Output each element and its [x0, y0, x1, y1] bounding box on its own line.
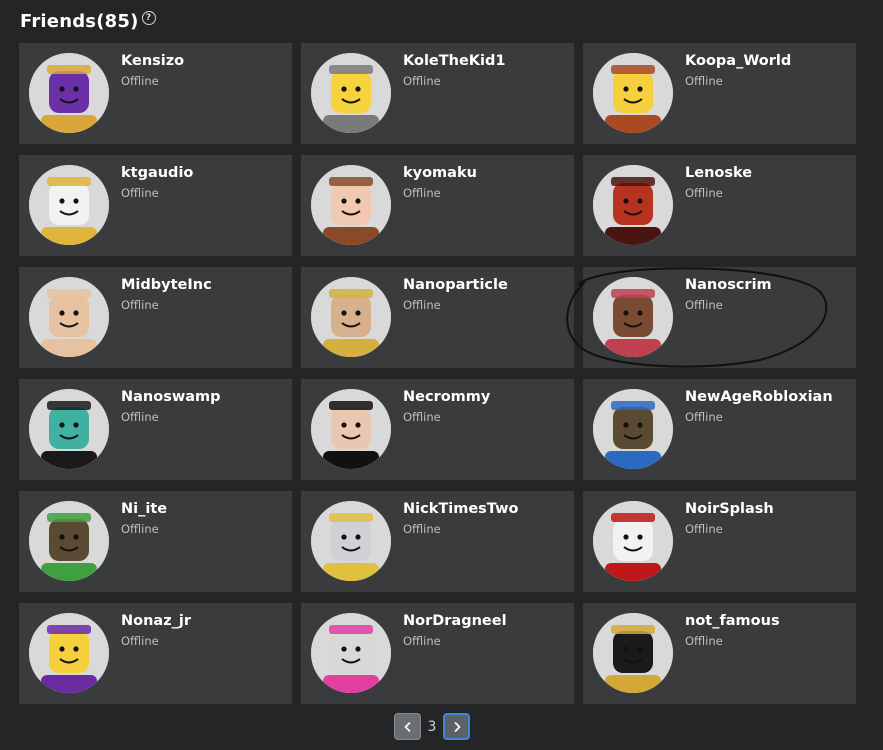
friend-status: Offline — [121, 522, 159, 536]
chevron-right-icon — [453, 721, 461, 732]
friend-card[interactable]: Koopa_World Offline — [583, 43, 856, 144]
friend-name[interactable]: Nanoscrim — [685, 277, 772, 293]
friend-card[interactable]: KoleTheKid1 Offline — [301, 43, 574, 144]
friend-name[interactable]: Necrommy — [403, 389, 490, 405]
friend-card[interactable]: Kensizo Offline — [19, 43, 292, 144]
friend-status: Offline — [685, 410, 723, 424]
friend-status: Offline — [685, 186, 723, 200]
friend-status: Offline — [403, 186, 441, 200]
friend-card[interactable]: NorDragneel Offline — [301, 603, 574, 704]
friend-avatar[interactable] — [311, 501, 391, 581]
friend-card[interactable]: Ni_ite Offline — [19, 491, 292, 592]
next-page-button[interactable] — [443, 713, 470, 740]
friend-avatar[interactable] — [29, 53, 109, 133]
friend-avatar[interactable] — [29, 501, 109, 581]
friend-name[interactable]: not_famous — [685, 613, 780, 629]
friend-card[interactable]: NoirSplash Offline — [583, 491, 856, 592]
friend-card[interactable]: NewAgeRobloxian Offline — [583, 379, 856, 480]
friend-avatar[interactable] — [593, 501, 673, 581]
friend-name[interactable]: Kensizo — [121, 53, 184, 69]
friend-status: Offline — [121, 634, 159, 648]
friend-status: Offline — [685, 74, 723, 88]
friend-status: Offline — [403, 298, 441, 312]
friend-status: Offline — [685, 522, 723, 536]
friend-avatar[interactable] — [311, 53, 391, 133]
pagination: 3 — [394, 712, 470, 741]
friend-status: Offline — [685, 634, 723, 648]
friend-name[interactable]: Ni_ite — [121, 501, 167, 517]
friend-avatar[interactable] — [29, 165, 109, 245]
friend-name[interactable]: NewAgeRobloxian — [685, 389, 833, 405]
friend-status: Offline — [403, 522, 441, 536]
chevron-left-icon — [403, 721, 411, 732]
friend-card[interactable]: Lenoske Offline — [583, 155, 856, 256]
friend-card[interactable]: NickTimesTwo Offline — [301, 491, 574, 592]
friend-name[interactable]: NoirSplash — [685, 501, 774, 517]
friend-name[interactable]: NickTimesTwo — [403, 501, 518, 517]
friend-card[interactable]: Nanoscrim Offline — [583, 267, 856, 368]
friend-avatar[interactable] — [29, 277, 109, 357]
friend-status: Offline — [403, 410, 441, 424]
friend-status: Offline — [121, 186, 159, 200]
friend-avatar[interactable] — [311, 613, 391, 693]
friend-status: Offline — [403, 634, 441, 648]
friend-card[interactable]: Nanoswamp Offline — [19, 379, 292, 480]
friend-avatar[interactable] — [593, 277, 673, 357]
friend-name[interactable]: kyomaku — [403, 165, 477, 181]
friend-status: Offline — [685, 298, 723, 312]
page-title: Friends(85) — [20, 10, 139, 32]
friend-avatar[interactable] — [593, 165, 673, 245]
friend-avatar[interactable] — [311, 389, 391, 469]
friend-name[interactable]: Koopa_World — [685, 53, 791, 69]
friend-name[interactable]: KoleTheKid1 — [403, 53, 505, 69]
friend-card[interactable]: Necrommy Offline — [301, 379, 574, 480]
friend-avatar[interactable] — [29, 389, 109, 469]
friend-card[interactable]: not_famous Offline — [583, 603, 856, 704]
friend-avatar[interactable] — [593, 613, 673, 693]
friend-status: Offline — [121, 74, 159, 88]
friend-card[interactable]: Nonaz_jr Offline — [19, 603, 292, 704]
friend-name[interactable]: Nonaz_jr — [121, 613, 191, 629]
friend-name[interactable]: NorDragneel — [403, 613, 507, 629]
friend-status: Offline — [403, 74, 441, 88]
current-page-number: 3 — [427, 718, 437, 735]
question-circle-icon[interactable]: ? — [141, 11, 156, 25]
friend-card[interactable]: ktgaudio Offline — [19, 155, 292, 256]
friend-name[interactable]: Nanoparticle — [403, 277, 508, 293]
friend-card[interactable]: kyomaku Offline — [301, 155, 574, 256]
friend-name[interactable]: Nanoswamp — [121, 389, 221, 405]
friend-avatar[interactable] — [29, 613, 109, 693]
friend-status: Offline — [121, 410, 159, 424]
friend-status: Offline — [121, 298, 159, 312]
friend-avatar[interactable] — [593, 53, 673, 133]
friend-avatar[interactable] — [593, 389, 673, 469]
friend-card[interactable]: Nanoparticle Offline — [301, 267, 574, 368]
friend-name[interactable]: ktgaudio — [121, 165, 193, 181]
friend-name[interactable]: Lenoske — [685, 165, 752, 181]
friend-name[interactable]: MidbyteInc — [121, 277, 212, 293]
friend-card[interactable]: MidbyteInc Offline — [19, 267, 292, 368]
friends-header: Friends(85) ? — [20, 8, 156, 34]
friend-avatar[interactable] — [311, 165, 391, 245]
friends-grid: Kensizo Offline KoleTheKid1 Offline Koopa_Wo… — [19, 43, 856, 704]
friend-avatar[interactable] — [311, 277, 391, 357]
previous-page-button[interactable] — [394, 713, 421, 740]
